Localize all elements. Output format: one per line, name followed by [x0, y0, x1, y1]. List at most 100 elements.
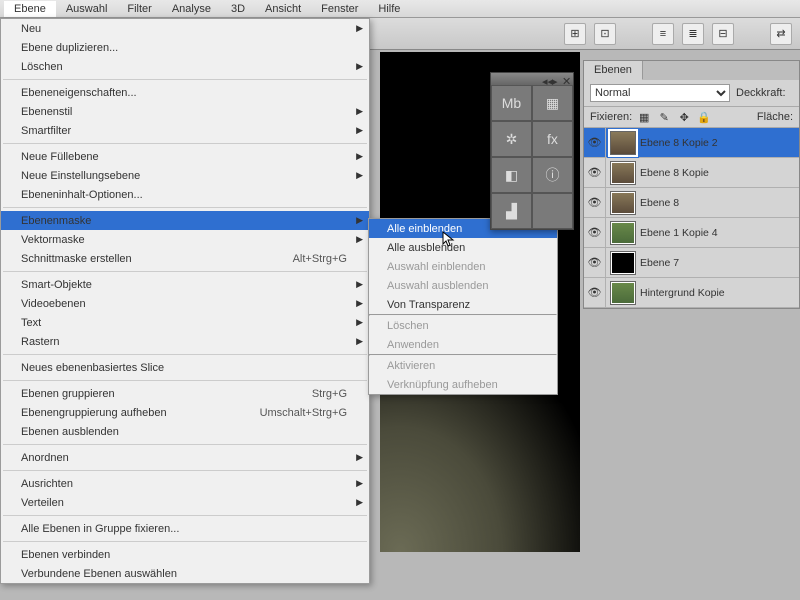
visibility-eye-icon[interactable]: 👁 [584, 218, 606, 247]
layer-row[interactable]: 👁 Ebene 7 [584, 248, 799, 278]
layer-row[interactable]: 👁Hintergrund Kopie [584, 278, 799, 308]
submenu-arrow-icon: ▶ [356, 279, 363, 290]
menu-item[interactable]: Neue Einstellungsebene▶ [1, 166, 369, 185]
visibility-eye-icon[interactable]: 👁 [584, 158, 606, 187]
lock-label: Fixieren: [590, 111, 632, 123]
submenu-arrow-icon: ▶ [356, 497, 363, 508]
palette-button[interactable]: ▦ [532, 85, 573, 121]
menu-fenster[interactable]: Fenster [311, 1, 368, 17]
layer-thumbnail[interactable] [610, 251, 636, 275]
submenu-item: Löschen [369, 316, 557, 335]
ebenenmaske-submenu: Alle einblendenAlle ausblendenAuswahl ei… [368, 218, 558, 395]
submenu-item: Auswahl ausblenden [369, 276, 557, 295]
submenu-arrow-icon: ▶ [356, 106, 363, 117]
visibility-eye-icon[interactable]: 👁 [584, 278, 606, 307]
menu-item: Text▶ [1, 313, 369, 332]
layer-row[interactable]: 👁Ebene 8 [584, 188, 799, 218]
menu-item: Ebeneninhalt-Optionen... [1, 185, 369, 204]
menu-hilfe[interactable]: Hilfe [368, 1, 410, 17]
layer-row[interactable]: 👁 Ebene 1 Kopie 4 [584, 218, 799, 248]
palette-button[interactable] [532, 193, 573, 229]
palette-button[interactable]: ⓘ [532, 157, 573, 193]
blend-mode-select[interactable]: Normal [590, 84, 730, 102]
layer-name-label: Ebene 1 Kopie 4 [640, 227, 718, 239]
palette-header[interactable]: ◂◂ ▸ ✕ [491, 73, 573, 85]
menu-item[interactable]: Videoebenen▶ [1, 294, 369, 313]
menu-item[interactable]: Smart-Objekte▶ [1, 275, 369, 294]
visibility-eye-icon[interactable]: 👁 [584, 248, 606, 277]
lock-transparency-icon[interactable]: ▦ [636, 110, 652, 124]
menu-item[interactable]: Neue Füllebene▶ [1, 147, 369, 166]
layer-thumbnail[interactable] [610, 191, 636, 215]
lock-paint-icon[interactable]: ✎ [656, 110, 672, 124]
toolbar-icon[interactable]: ⇄ [770, 23, 792, 45]
tab-ebenen[interactable]: Ebenen [584, 61, 643, 80]
menu-item[interactable]: Ebenen gruppierenStrg+G [1, 384, 369, 403]
layer-thumbnail[interactable] [610, 161, 636, 185]
menu-item: Ebenen verbinden [1, 545, 369, 564]
submenu-arrow-icon: ▶ [356, 23, 363, 34]
menu-ansicht[interactable]: Ansicht [255, 1, 311, 17]
menu-item: Smartfilter▶ [1, 121, 369, 140]
mini-palette[interactable]: ◂◂ ▸ ✕ Mb▦✲fx◧ⓘ▟ [490, 72, 574, 230]
visibility-eye-icon[interactable]: 👁 [584, 128, 606, 157]
menu-item[interactable]: Löschen▶ [1, 57, 369, 76]
menu-3d[interactable]: 3D [221, 1, 255, 17]
submenu-item: Verknüpfung aufheben [369, 375, 557, 394]
layer-thumbnail[interactable] [610, 281, 636, 305]
menu-item[interactable]: Ebene duplizieren... [1, 38, 369, 57]
toolbar-icon[interactable]: ⊡ [594, 23, 616, 45]
menu-item[interactable]: Schnittmaske erstellenAlt+Strg+G [1, 249, 369, 268]
lock-all-icon[interactable]: 🔒 [696, 110, 712, 124]
menu-item[interactable]: Ebenenmaske▶ [1, 211, 369, 230]
submenu-arrow-icon: ▶ [356, 478, 363, 489]
menu-item[interactable]: Ebenenstil▶ [1, 102, 369, 121]
toolbar-icon[interactable]: ⊞ [564, 23, 586, 45]
menu-item: Ausrichten▶ [1, 474, 369, 493]
submenu-item[interactable]: Alle ausblenden [369, 238, 557, 257]
palette-button[interactable]: ◧ [491, 157, 532, 193]
palette-button[interactable]: ✲ [491, 121, 532, 157]
toolbar-icon[interactable]: ≡ [652, 23, 674, 45]
layers-lock-row: Fixieren: ▦ ✎ ✥ 🔒 Fläche: [584, 106, 799, 128]
submenu-arrow-icon: ▶ [356, 170, 363, 181]
palette-button[interactable]: Mb [491, 85, 532, 121]
toolbar-icon[interactable]: ⊟ [712, 23, 734, 45]
layers-panel: Ebenen Normal Deckkraft: Fixieren: ▦ ✎ ✥… [583, 60, 800, 309]
menu-ebene[interactable]: Ebene [4, 1, 56, 17]
layer-row[interactable]: 👁Ebene 8 Kopie 2 [584, 128, 799, 158]
menu-filter[interactable]: Filter [117, 1, 161, 17]
menu-item: Verteilen▶ [1, 493, 369, 512]
layer-row[interactable]: 👁 Ebene 8 Kopie [584, 158, 799, 188]
submenu-arrow-icon: ▶ [356, 298, 363, 309]
submenu-item[interactable]: Von Transparenz [369, 295, 557, 314]
menu-item[interactable]: Ebeneneigenschaften... [1, 83, 369, 102]
layer-thumbnail[interactable] [610, 221, 636, 245]
submenu-arrow-icon: ▶ [356, 215, 363, 226]
menu-auswahl[interactable]: Auswahl [56, 1, 118, 17]
fill-label: Fläche: [757, 111, 793, 123]
layer-name-label: Ebene 7 [640, 257, 679, 269]
palette-button[interactable]: ▟ [491, 193, 532, 229]
menu-item[interactable]: Neues ebenenbasiertes Slice [1, 358, 369, 377]
lock-move-icon[interactable]: ✥ [676, 110, 692, 124]
menu-item: Verbundene Ebenen auswählen [1, 564, 369, 583]
layer-list: 👁Ebene 8 Kopie 2👁Ebene 8 Kopie👁Ebene 8👁E… [584, 128, 799, 308]
submenu-arrow-icon: ▶ [356, 317, 363, 328]
toolbar-icon[interactable]: ≣ [682, 23, 704, 45]
menu-item[interactable]: Vektormaske▶ [1, 230, 369, 249]
visibility-eye-icon[interactable]: 👁 [584, 188, 606, 217]
layer-thumbnail[interactable] [610, 131, 636, 155]
menu-item[interactable]: Anordnen▶ [1, 448, 369, 467]
palette-button[interactable]: fx [532, 121, 573, 157]
menu-analyse[interactable]: Analyse [162, 1, 221, 17]
close-icon[interactable]: ✕ [562, 75, 570, 83]
expand-icon[interactable]: ▸ [552, 75, 560, 83]
menu-item[interactable]: Neu▶ [1, 19, 369, 38]
submenu-arrow-icon: ▶ [356, 151, 363, 162]
ebene-dropdown: Neu▶Ebene duplizieren...Löschen▶ Ebenenei… [0, 18, 370, 584]
menu-item: Rastern▶ [1, 332, 369, 351]
menu-item[interactable]: Ebenen ausblenden [1, 422, 369, 441]
collapse-icon[interactable]: ◂◂ [542, 75, 550, 83]
layer-name-label: Ebene 8 Kopie [640, 167, 709, 179]
